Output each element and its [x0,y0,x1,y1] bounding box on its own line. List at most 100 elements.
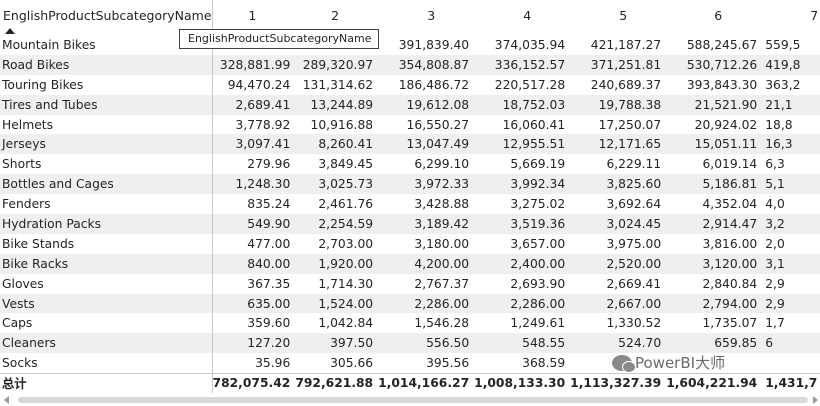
value-text: 3,189.42 [414,216,470,231]
table-row[interactable]: Jerseys 3,097.41 8,260.41 13,047.49 12,955.5… [0,134,820,155]
value-cell: 1,330.52 [570,313,666,333]
column-header-7[interactable]: 7 [762,0,820,35]
value-cell: 371,251.81 [570,54,667,75]
value-text: 2,9 [765,296,785,311]
value-cell: 1,714.30 [295,274,378,294]
value-text: 368.59 [522,355,566,370]
value-cell: 1,7 [762,313,820,333]
value-cell: 240,689.37 [570,75,666,95]
value-text: 1,330.52 [606,316,662,331]
value-text: 367.35 [247,276,291,291]
value-cell: 3,428.88 [378,194,474,214]
matrix-visual[interactable]: EnglishProductSubcategoryName 1 2 3 4 5 … [0,0,820,406]
scroll-right-icon[interactable] [813,396,818,404]
table-row[interactable]: Cleaners 127.20 397.50 556.50 548.55 524.70 65… [0,333,820,354]
column-header-3[interactable]: 3 [378,0,474,35]
value-text: 2,286.00 [510,296,566,311]
table-row[interactable]: Bottles and Cages 1,248.30 3,025.73 3,972.3… [0,174,820,195]
value-text: 421,187.27 [590,37,662,52]
value-text: 186,486.72 [398,77,470,92]
value-text: 240,689.37 [590,77,662,92]
value-text: 17,250.07 [598,117,662,132]
table-row[interactable]: Fenders 835.24 2,461.76 3,428.88 3,275.02 3,6… [0,194,820,215]
value-cell: 328,881.99 [212,54,296,75]
scrollbar-thumb[interactable] [18,397,808,403]
value-text: 18,752.03 [502,97,566,112]
value-cell: 4,200.00 [378,253,475,274]
value-text: 359.60 [247,316,291,331]
value-text: 397.50 [330,336,374,351]
value-cell: 835.24 [212,194,295,214]
value-text: 6,019.14 [702,157,758,172]
value-cell: 3,2 [762,214,820,234]
value-cell: 3,975.00 [570,234,666,254]
value-text: 3,519.36 [510,216,566,231]
matrix-table: EnglishProductSubcategoryName 1 2 3 4 5 … [0,0,820,394]
value-text: 1,920.00 [318,256,374,271]
table-row[interactable]: Bike Racks 840.00 1,920.00 4,200.00 2,400.00… [0,253,820,274]
value-cell: 3,692.64 [570,194,666,214]
value-cell: 3,097.41 [212,134,296,155]
column-header-row: EnglishProductSubcategoryName 1 2 3 4 5 … [0,0,820,35]
row-label: Road Bikes [0,54,213,75]
value-cell: 16,3 [762,134,820,155]
value-text: 530,712.26 [686,57,758,72]
total-text: 1,014,166.27 [378,376,470,391]
value-cell: 556.50 [378,333,475,354]
value-text: 279.96 [247,157,291,172]
column-header-4[interactable]: 4 [474,0,570,35]
column-header-5[interactable]: 5 [570,0,666,35]
value-text: 549.90 [247,216,291,231]
wechat-icon [612,354,636,373]
table-row[interactable]: Hydration Packs 549.90 2,254.59 3,189.42 3,5… [0,214,820,234]
value-text: 20,924.02 [694,117,758,132]
value-cell: 3,519.36 [474,214,571,234]
value-text: 3,120.00 [702,256,758,271]
horizontal-scrollbar[interactable] [0,394,820,406]
table-row[interactable]: Touring Bikes 94,470.24 131,314.62 186,486.… [0,74,820,95]
table-row[interactable]: Tires and Tubes 2,689.41 13,244.89 19,612.0… [0,94,820,115]
value-text: 659.85 [714,336,758,351]
value-cell: 4,0 [762,194,820,214]
value-text: 5,669.19 [510,157,566,172]
value-cell: 336,152.57 [474,54,571,75]
table-row[interactable]: Caps 359.60 1,042.84 1,546.28 1,249.61 1,330.… [0,313,820,334]
value-cell: 2,767.37 [378,274,474,294]
value-text: 16,3 [765,137,793,152]
value-text: 3,025.73 [318,177,374,192]
table-row[interactable]: Road Bikes 328,881.99 289,320.97 354,808.87… [0,54,820,75]
total-label: 总计 [0,372,213,394]
table-row[interactable]: Bike Stands 477.00 2,703.00 3,180.00 3,657.0… [0,233,820,254]
value-cell: 397.50 [295,333,379,354]
column-header-6[interactable]: 6 [666,0,762,35]
scroll-left-icon[interactable] [4,396,9,404]
value-text: 328,881.99 [219,57,291,72]
value-cell [762,353,820,373]
value-text: 21,1 [765,97,793,112]
value-cell: 19,788.38 [570,94,667,115]
value-cell: 635.00 [212,293,296,314]
value-cell: 3,180.00 [378,234,474,254]
value-text: 524.70 [618,336,662,351]
value-text: 1,249.61 [510,316,566,331]
value-cell: 659.85 [666,333,763,354]
row-label: Bike Racks [0,253,213,274]
value-cell: 21,521.90 [666,94,763,115]
total-text: 782,075.42 [212,376,291,391]
value-cell: 94,470.24 [212,75,295,95]
total-text: 1,431,7 [765,376,818,391]
table-row[interactable]: Helmets 3,778.92 10,916.88 16,550.27 16,060.… [0,114,820,135]
value-cell: 2,9 [762,293,820,314]
value-cell: 12,955.51 [474,134,571,155]
table-row[interactable]: Gloves 367.35 1,714.30 2,767.37 2,693.90 2,66… [0,273,820,294]
table-row[interactable]: Shorts 279.96 3,849.45 6,299.10 5,669.19 6,22… [0,154,820,175]
value-cell: 359.60 [212,313,295,333]
value-cell: 393,843.30 [666,75,762,95]
value-cell: 2,286.00 [474,293,571,314]
sort-ascending-icon[interactable] [5,28,15,34]
table-row[interactable]: Mountain Bikes 391,839.40 374,035.94 421,18… [0,35,820,55]
row-label: Helmets [0,114,213,135]
table-row[interactable]: Vests 635.00 1,524.00 2,286.00 2,286.00 2,667… [0,293,820,314]
value-text: 94,470.24 [227,77,291,92]
value-text: 371,251.81 [590,57,662,72]
